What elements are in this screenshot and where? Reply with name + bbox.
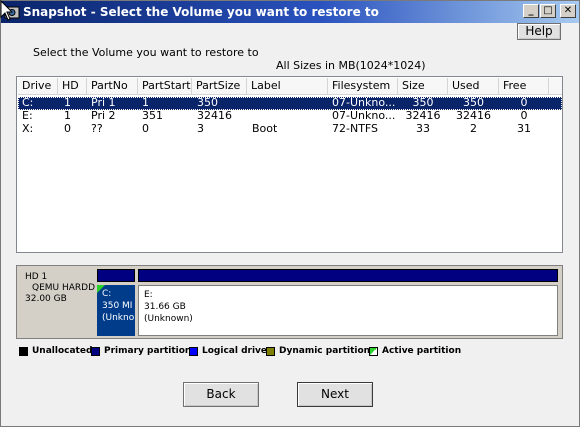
help-button[interactable]: Help [517,23,561,40]
column-header-size[interactable]: Size [398,78,448,95]
cell-partstart: 1 [142,97,149,109]
close-button[interactable]: ✕ [560,4,576,18]
cell-partstart: 0 [142,123,149,135]
logical-swatch-icon [189,347,198,356]
volume-row-c[interactable]: C: 1 Pri 1 1 350 07-Unkno... 350 350 0 [18,97,562,110]
cell-size: 33 [416,123,430,135]
next-button[interactable]: Next [297,382,373,407]
partition-letter: C: [102,289,112,299]
column-header-filesystem[interactable]: Filesystem [328,78,398,95]
snapshot-dialog: Snapshot - Select the Volume you want to… [0,0,580,427]
dynamic-swatch-icon [266,347,275,356]
legend-label: Unallocated [32,346,93,356]
partition-bar [97,269,135,282]
legend-label: Dynamic partition [279,346,371,356]
legend-label: Logical drive [202,346,268,356]
cell-size: 350 [412,97,434,109]
active-swatch-icon [369,347,378,356]
active-partition-marker-icon [97,285,105,293]
cell-free: 31 [517,123,531,135]
partition-body: E: 31.66 GB (Unknown) [138,285,558,336]
cell-hd: 0 [64,123,71,135]
column-header-partstart[interactable]: PartStart [138,78,192,95]
unallocated-swatch-icon [19,347,28,356]
column-header-label[interactable]: Label [247,78,328,95]
cell-filesystem: 72-NTFS [332,123,379,135]
cell-partno: Pri 1 [91,97,116,109]
cell-filesystem: 07-Unkno... [332,110,396,122]
cell-partsize: 3 [197,123,204,135]
cell-label: Boot [252,123,278,135]
cell-filesystem: 07-Unkno... [332,97,396,109]
disk-id: HD 1 [25,272,48,282]
partition-filesystem: (Unkno [102,313,135,323]
column-header-free[interactable]: Free [499,78,549,95]
partition-filesystem: (Unknown) [144,314,193,324]
volume-row-e[interactable]: E: 1 Pri 2 351 32416 07-Unkno... 32416 3… [18,110,562,123]
cell-partsize: 350 [197,97,218,109]
partition-size: 31.66 GB [144,302,186,312]
cell-drive: C: [22,97,34,109]
maximize-button[interactable]: □ [540,4,556,18]
cell-hd: 1 [64,110,71,122]
cell-free: 0 [520,110,528,122]
column-header-drive[interactable]: Drive [18,78,58,95]
volume-list[interactable]: Drive HD PartNo PartStart PartSize Label… [16,76,563,253]
back-button[interactable]: Back [183,382,259,407]
disk-model: QEMU HARDD [32,283,96,293]
cell-used: 32416 [456,110,491,122]
cell-free: 0 [520,97,528,109]
legend-label: Primary partition [104,346,192,356]
sizes-note: All Sizes in MB(1024*1024) [276,59,426,72]
partition-letter: E: [144,290,153,300]
partition-bar [138,269,558,282]
column-header-partno[interactable]: PartNo [87,78,138,95]
disk-info: HD 1 QEMU HARDD 32.00 GB [25,272,95,305]
disk-capacity: 32.00 GB [25,294,67,304]
title-bar[interactable]: Snapshot - Select the Volume you want to… [1,1,579,23]
cell-used: 2 [470,123,477,135]
disk-map: HD 1 QEMU HARDD 32.00 GB C: 350 MI (Unkn… [16,265,563,339]
partition-size: 350 MI [102,301,133,311]
cell-used: 350 [463,97,484,109]
instruction-text: Select the Volume you want to restore to [33,46,259,59]
mouse-cursor-icon [0,0,14,21]
legend-label: Active partition [382,346,462,356]
column-header-hd[interactable]: HD [58,78,87,95]
cell-size: 32416 [405,110,441,122]
partition-block-c[interactable]: C: 350 MI (Unkno [97,269,135,336]
column-header-partsize[interactable]: PartSize [192,78,247,95]
cell-drive: E: [22,110,33,122]
column-header-used[interactable]: Used [448,78,499,95]
cell-hd: 1 [64,97,71,109]
primary-swatch-icon [91,347,100,356]
volume-list-header: Drive HD PartNo PartStart PartSize Label… [18,78,562,95]
cell-partno: Pri 2 [91,110,116,122]
cell-drive: X: [22,123,34,135]
minimize-button[interactable]: _ [523,4,539,18]
cell-partno: ?? [91,123,103,135]
volume-row-x[interactable]: X: 0 ?? 0 3 Boot 72-NTFS 33 2 31 [18,123,562,136]
partition-block-e[interactable]: E: 31.66 GB (Unknown) [138,269,558,336]
cell-partsize: 32416 [197,110,232,122]
window-title: Snapshot - Select the Volume you want to… [23,5,379,19]
cell-partstart: 351 [142,110,163,122]
